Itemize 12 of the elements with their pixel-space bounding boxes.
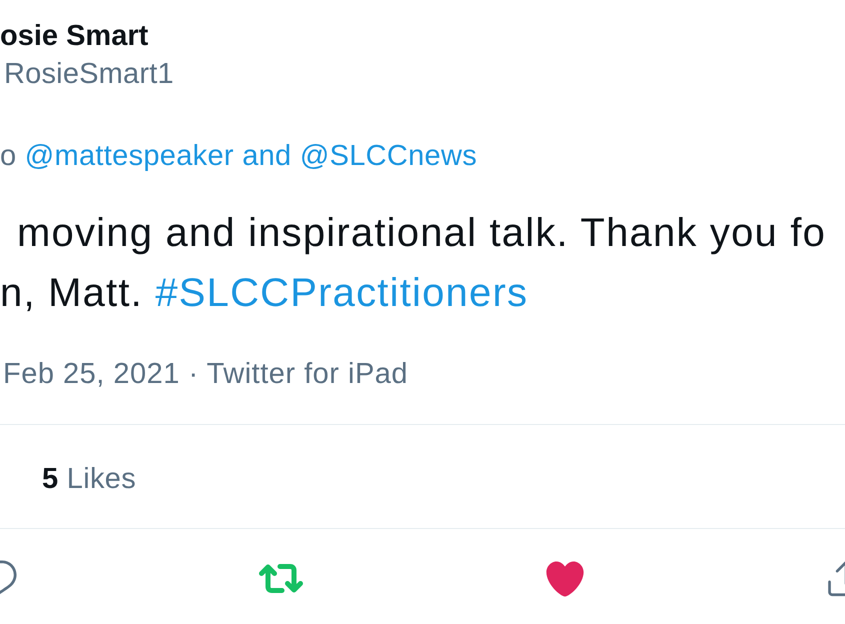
likes-link[interactable]: 5 Likes <box>42 461 136 497</box>
hashtag-link[interactable]: #SLCCPractitioners <box>155 271 528 315</box>
mentions-link[interactable]: @mattespeaker and @SLCCnews <box>24 140 478 172</box>
author-name: osie Smart <box>0 19 148 54</box>
tweet-timestamp: Feb 25, 2021 · Twitter for iPad <box>3 357 408 392</box>
heart-icon[interactable] <box>545 560 585 598</box>
author-handle: RosieSmart1 <box>4 57 174 92</box>
share-icon[interactable] <box>828 560 845 597</box>
tweet-text-line: n, Matt. #SLCCPractitioners <box>0 270 528 317</box>
speech-bubble-icon[interactable] <box>0 560 17 597</box>
tweet-text-line: moving and inspirational talk. Thank you fo <box>17 210 826 257</box>
replying-to-text: o @mattespeaker and @SLCCnews <box>0 139 478 174</box>
